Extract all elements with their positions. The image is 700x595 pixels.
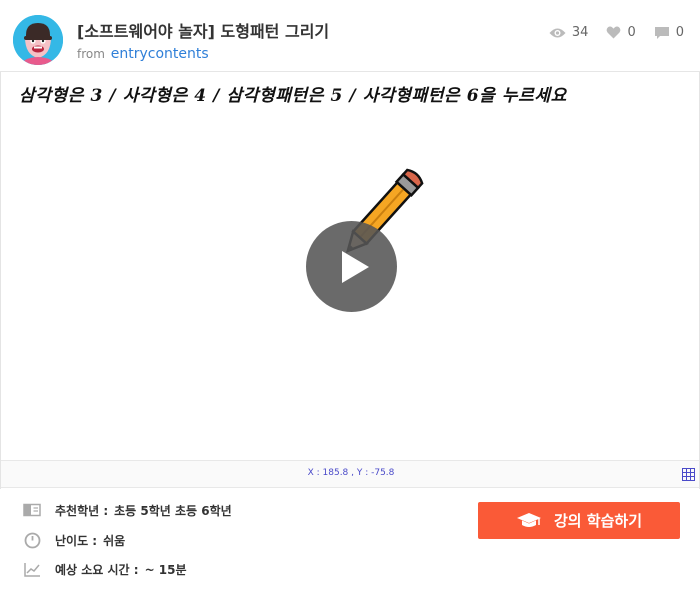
project-title: [소프트웨어야 놀자] 도형패턴 그리기 bbox=[77, 22, 330, 41]
grade-value: 초등 5학년 초등 6학년 bbox=[114, 503, 232, 518]
start-lecture-label: 강의 학습하기 bbox=[553, 512, 643, 530]
stage-instruction-text: 삼각형은 3 / 사각형은 4 / 삼각형패턴은 5 / 사각형패턴은 6을 누… bbox=[19, 86, 567, 106]
likes-count: 0 bbox=[627, 25, 636, 40]
likes-stat[interactable]: 0 bbox=[606, 25, 636, 40]
comments-count: 0 bbox=[675, 25, 684, 40]
grid-icon[interactable] bbox=[682, 468, 695, 481]
comment-icon bbox=[654, 26, 669, 39]
project-stats: 34 0 0 bbox=[531, 25, 684, 40]
difficulty-label: 난이도 : bbox=[55, 533, 98, 548]
grade-label: 추천학년 : bbox=[55, 503, 109, 518]
author-avatar[interactable] bbox=[13, 15, 63, 65]
project-header: [소프트웨어야 놀자] 도형패턴 그리기 from entrycontents … bbox=[0, 0, 700, 72]
from-label: from bbox=[77, 47, 105, 61]
graduation-cap-icon bbox=[516, 512, 541, 527]
from-line: from entrycontents bbox=[77, 46, 209, 62]
project-stage[interactable]: 삼각형은 3 / 사각형은 4 / 삼각형패턴은 5 / 사각형패턴은 6을 누… bbox=[1, 73, 699, 460]
time-value: ~ 15분 bbox=[144, 562, 187, 577]
eye-icon bbox=[549, 28, 566, 37]
coordinate-readout: X : 185.8 , Y : -75.8 bbox=[307, 468, 395, 478]
comments-stat[interactable]: 0 bbox=[654, 25, 684, 40]
grade-row: 추천학년 : 초등 5학년 초등 6학년 bbox=[23, 501, 232, 519]
book-icon bbox=[23, 501, 41, 519]
heart-icon bbox=[607, 26, 621, 39]
project-info: 추천학년 : 초등 5학년 초등 6학년 난이도 : 쉬움 예상 소요 시간 :… bbox=[0, 489, 700, 595]
coordinate-bar: X : 185.8 , Y : -75.8 bbox=[1, 460, 699, 488]
time-label: 예상 소요 시간 : bbox=[55, 562, 139, 577]
difficulty-value: 쉬움 bbox=[103, 533, 126, 548]
views-stat: 34 bbox=[549, 25, 589, 40]
play-icon bbox=[342, 251, 369, 283]
trend-chart-icon bbox=[23, 560, 41, 578]
views-count: 34 bbox=[571, 25, 589, 40]
character-avatar-icon bbox=[13, 15, 63, 65]
clock-icon bbox=[23, 531, 41, 549]
time-row: 예상 소요 시간 : ~ 15분 bbox=[23, 560, 187, 578]
author-link[interactable]: entrycontents bbox=[111, 46, 209, 62]
play-button[interactable] bbox=[306, 221, 397, 312]
difficulty-row: 난이도 : 쉬움 bbox=[23, 531, 125, 549]
start-lecture-button[interactable]: 강의 학습하기 bbox=[478, 502, 680, 539]
